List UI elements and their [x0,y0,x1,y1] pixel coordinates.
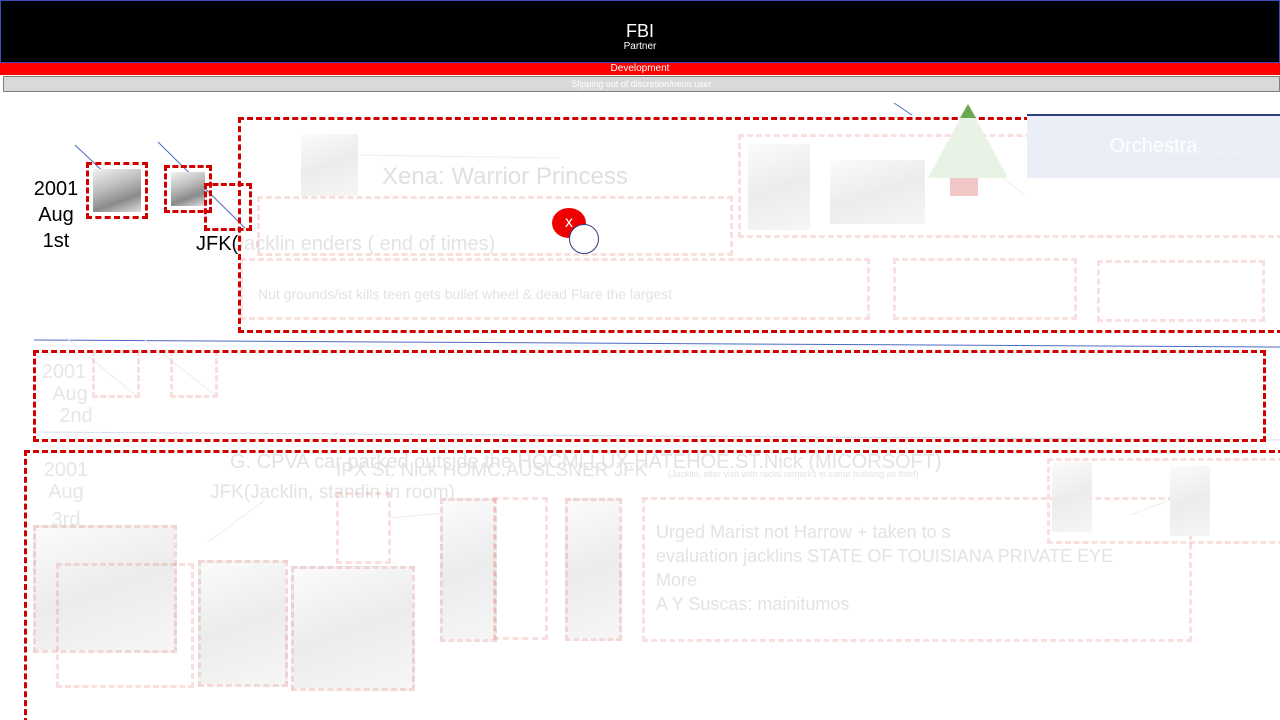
faint-frame [257,196,733,256]
date-month: Aug [52,383,88,405]
date-month: Aug [48,481,84,503]
faint-frame [1097,260,1265,322]
faint-photo [748,144,810,230]
note-line: evaluation jacklins STATE OF TOUISIANA P… [656,546,1114,566]
faint-photo [830,160,925,224]
slide-canvas: FBI Partner Development Slipping out of … [0,0,1280,720]
date-day: 2nd [59,405,93,427]
title-bar: FBI Partner [0,0,1280,63]
notes-list: Urged Marist not Harrow + taken to s eva… [656,520,1113,616]
christmas-tree-icon [928,104,1008,196]
faint-photo-frame [565,498,622,641]
faint-photo-frame [291,566,415,691]
event-subline-small: (Jacklin, alter visit with racial remark… [668,469,919,479]
note-line: A Y Suscas: mainitumos [656,594,850,614]
orchestra-subtitle: Orchestrated / tuned cheering [1160,150,1253,157]
section-bar: Development [0,63,1280,75]
orchestra-panel[interactable]: Orchestra [1027,114,1280,178]
note-line: More [656,570,698,590]
faint-frame [56,563,194,688]
divider-line [33,339,1280,348]
date-year: 2001 [43,459,89,481]
date-year: 2001 [33,178,79,200]
faint-frame [893,258,1077,320]
show-poster [301,134,358,196]
date-label-day1: 2001 Aug 1st [26,176,86,254]
portrait-photo [93,169,141,212]
note-line: Urged Marist not Harrow + taken to s [656,522,951,542]
drag-handle-icon[interactable] [569,224,599,254]
faint-photo [1170,466,1210,536]
portrait-photo [171,172,205,206]
jfk-room-label: JFK(Jacklin, standin in room) [210,482,455,503]
portrait-frame[interactable] [86,162,148,219]
connector-line [893,102,913,116]
show-title: Xena: Warrior Princess [382,163,628,190]
date-month: Aug [38,204,74,226]
date-label-day3: 2001 Aug 3rd [36,459,96,531]
faint-frame [92,350,140,398]
faint-frame [170,350,218,398]
faint-photo-frame [198,560,288,687]
date-day: 1st [42,230,70,252]
date-year: 2001 [41,361,87,383]
slide-subtitle: Partner [623,41,657,52]
event-subline: IPX St. Nick HOMC.AUSLSNER JFK [336,460,648,481]
faint-frame [493,497,548,640]
faint-frame [336,492,391,564]
faint-photo-frame [440,498,497,642]
jfk-label: JFK( [196,233,239,255]
faint-caption: Nut grounds/ist kills teen gets bullet w… [258,286,673,302]
status-bar: Slipping out of discretion/neon user [3,76,1280,92]
slide-title: FBI [625,21,654,41]
